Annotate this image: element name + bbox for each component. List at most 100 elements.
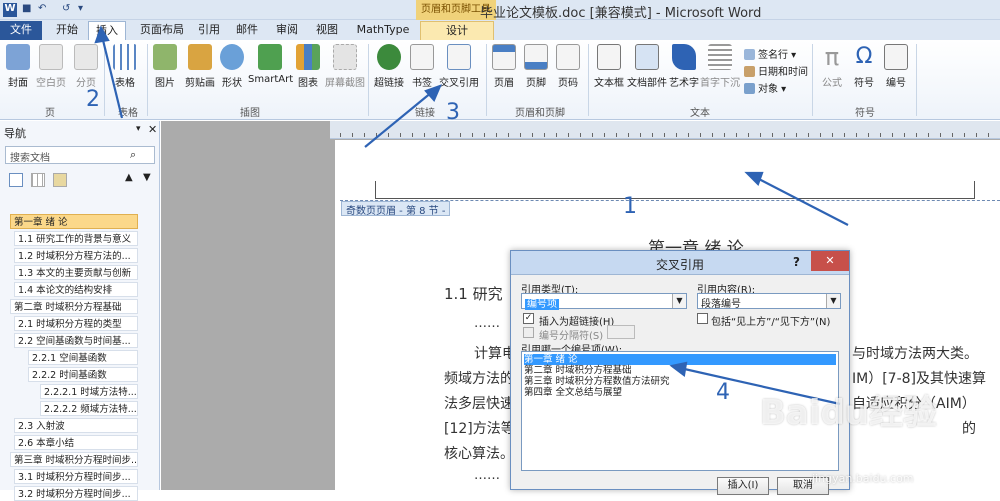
help-icon[interactable]: ? bbox=[793, 255, 800, 269]
nav-heading-item[interactable]: 第一章 绪 论 bbox=[10, 214, 138, 229]
nav-heading-item[interactable]: 第三章 时域积分方程时间步... bbox=[10, 452, 138, 467]
body-text-line[interactable]: 与时域方法两大类。 bbox=[852, 343, 978, 363]
tab-mathtype[interactable]: MathType bbox=[352, 21, 414, 40]
prev-arrow-icon[interactable]: ▲ bbox=[125, 172, 133, 183]
body-text-line[interactable]: 法多层快速 bbox=[444, 393, 514, 413]
tab-view[interactable]: 视图 bbox=[312, 21, 342, 40]
date-time-button[interactable]: 日期和时间 bbox=[744, 63, 808, 78]
drop-cap-button[interactable]: 首字下沉 bbox=[700, 44, 740, 89]
body-text-line[interactable]: 核心算法。 bbox=[444, 443, 514, 463]
hyperlink-checkbox[interactable]: ✓ bbox=[523, 313, 534, 324]
tab-file[interactable]: 文件 bbox=[0, 21, 42, 40]
nav-heading-item[interactable]: 2.2.1 空间基函数 bbox=[28, 350, 138, 365]
undo-icon[interactable]: ↶ bbox=[38, 3, 46, 17]
next-arrow-icon[interactable]: ▼ bbox=[143, 172, 151, 183]
list-item[interactable]: 第四章 全文总结与展望 bbox=[524, 387, 622, 398]
close-button[interactable]: ✕ bbox=[811, 251, 849, 271]
nav-heading-item[interactable]: 3.2 时域积分方程时间步... bbox=[14, 486, 138, 501]
group-label-symbols: 符号 bbox=[855, 108, 875, 119]
tab-mailings[interactable]: 邮件 bbox=[232, 21, 262, 40]
nav-heading-item[interactable]: 2.3 入射波 bbox=[14, 418, 138, 433]
tab-design[interactable]: 设计 bbox=[420, 21, 494, 40]
picture-button[interactable]: 图片 bbox=[150, 44, 180, 89]
separator-checkbox[interactable] bbox=[523, 327, 534, 338]
tab-home[interactable]: 开始 bbox=[50, 21, 84, 40]
shapes-button[interactable]: 形状 bbox=[218, 44, 246, 89]
list-item[interactable]: 第二章 时域积分方程基础 bbox=[524, 365, 632, 376]
tab-page-layout[interactable]: 页面布局 bbox=[132, 21, 192, 40]
cover-button[interactable]: 封面 bbox=[4, 44, 32, 89]
table-button[interactable]: 表格 bbox=[110, 44, 140, 89]
nav-dropdown-icon[interactable]: ▾ bbox=[136, 124, 141, 134]
separator-input[interactable] bbox=[607, 325, 635, 339]
nav-heading-item[interactable]: 2.2.2 时间基函数 bbox=[28, 367, 138, 382]
list-item[interactable]: 第三章 时域积分方程数值方法研究 bbox=[524, 376, 670, 387]
save-icon[interactable]: ■ bbox=[22, 3, 31, 17]
chart-button[interactable]: 图表 bbox=[294, 44, 322, 89]
tab-insert[interactable]: 插入 bbox=[88, 21, 126, 40]
annotation-number: 2 bbox=[86, 87, 100, 112]
ruler-tick bbox=[820, 133, 821, 137]
nav-heading-item[interactable]: 1.4 本论文的结构安排 bbox=[14, 282, 138, 297]
ruler-tick bbox=[508, 133, 509, 137]
ribbon-separator bbox=[147, 44, 148, 116]
clipart-button[interactable]: 剪贴画 bbox=[182, 44, 218, 89]
redo-icon[interactable]: ↺ bbox=[62, 3, 70, 17]
close-icon[interactable]: ✕ bbox=[148, 123, 157, 136]
signature-line-button[interactable]: 签名行 ▾ bbox=[744, 46, 796, 61]
tab-references[interactable]: 引用 bbox=[194, 21, 224, 40]
horizontal-ruler[interactable] bbox=[330, 121, 1000, 139]
search-icon[interactable]: ⌕ bbox=[130, 148, 136, 162]
nav-heading-item[interactable]: 2.2.2.1 时域方法特... bbox=[40, 384, 138, 399]
nav-heading-item[interactable]: 第二章 时域积分方程基础 bbox=[10, 299, 138, 314]
ruler-tick bbox=[748, 133, 749, 137]
footer-button[interactable]: 页脚 bbox=[522, 44, 550, 89]
word-app-icon[interactable]: W bbox=[3, 3, 17, 17]
wordart-button[interactable]: 艺术字 bbox=[668, 44, 700, 89]
nav-heading-item[interactable]: 3.1 时域积分方程时间步... bbox=[14, 469, 138, 484]
quick-parts-button[interactable]: 文档部件 bbox=[626, 44, 668, 89]
bookmark-button[interactable]: 书签 bbox=[408, 44, 436, 89]
blank-page-button[interactable]: 空白页 bbox=[34, 44, 68, 89]
group-label-links: 链接 bbox=[415, 108, 435, 119]
nav-heading-item[interactable]: 2.2.2.2 频域方法特... bbox=[40, 401, 138, 416]
ruler-tick bbox=[364, 133, 365, 137]
tab-review[interactable]: 审阅 bbox=[272, 21, 302, 40]
insert-button[interactable]: 插入(I) bbox=[717, 477, 769, 495]
nav-heading-item[interactable]: 1.3 本文的主要贡献与创新 bbox=[14, 265, 138, 280]
customize-qat-icon[interactable]: ▾ bbox=[78, 3, 83, 17]
ruler-tick bbox=[676, 133, 677, 137]
nav-heading-item[interactable]: 2.6 本章小结 bbox=[14, 435, 138, 450]
body-text-line[interactable]: 频域方法的 bbox=[444, 368, 514, 388]
nav-heading-item[interactable]: 2.1 时域积分方程的类型 bbox=[14, 316, 138, 331]
ruler-tick bbox=[832, 133, 833, 137]
smartart-button[interactable]: SmartArt bbox=[248, 44, 293, 85]
results-view-icon[interactable] bbox=[53, 173, 67, 187]
nav-heading-item[interactable]: 1.1 研究工作的背景与意义 bbox=[14, 231, 138, 246]
list-item[interactable]: 第一章 绪 论 bbox=[524, 354, 836, 365]
page-break-button[interactable]: 分页 bbox=[72, 44, 100, 89]
symbol-button[interactable]: Ω 符号 bbox=[850, 44, 878, 89]
page-number-button[interactable]: 页码 bbox=[554, 44, 582, 89]
dialog-titlebar[interactable]: 交叉引用 ? ✕ bbox=[511, 251, 849, 275]
header-button[interactable]: 页眉 bbox=[490, 44, 518, 89]
textbox-button[interactable]: 文本框 bbox=[592, 44, 626, 89]
above-below-checkbox[interactable] bbox=[697, 313, 708, 324]
section-heading[interactable]: 1.1 研究 bbox=[444, 283, 503, 304]
group-label-text: 文本 bbox=[690, 108, 710, 119]
pages-view-icon[interactable] bbox=[31, 173, 45, 187]
object-button[interactable]: 对象 ▾ bbox=[744, 80, 786, 95]
hyperlink-button[interactable]: 超链接 bbox=[372, 44, 406, 89]
body-text-line[interactable]: 的 bbox=[962, 418, 976, 438]
group-label-table: 表格 bbox=[118, 108, 138, 119]
cross-reference-button[interactable]: 交叉引用 bbox=[438, 44, 480, 89]
screenshot-button[interactable]: 屏幕截图 bbox=[324, 44, 366, 89]
equation-button[interactable]: π 公式 bbox=[818, 44, 846, 89]
ref-type-select[interactable]: 编号项 ▼ bbox=[521, 293, 687, 310]
ref-content-select[interactable]: 段落编号 ▼ bbox=[697, 293, 841, 310]
headings-view-icon[interactable] bbox=[9, 173, 23, 187]
nav-heading-item[interactable]: 1.2 时域积分方程方法的... bbox=[14, 248, 138, 263]
number-button[interactable]: 编号 bbox=[882, 44, 910, 89]
nav-heading-item[interactable]: 2.2 空间基函数与时间基... bbox=[14, 333, 138, 348]
annotation-number: 3 bbox=[446, 100, 460, 125]
